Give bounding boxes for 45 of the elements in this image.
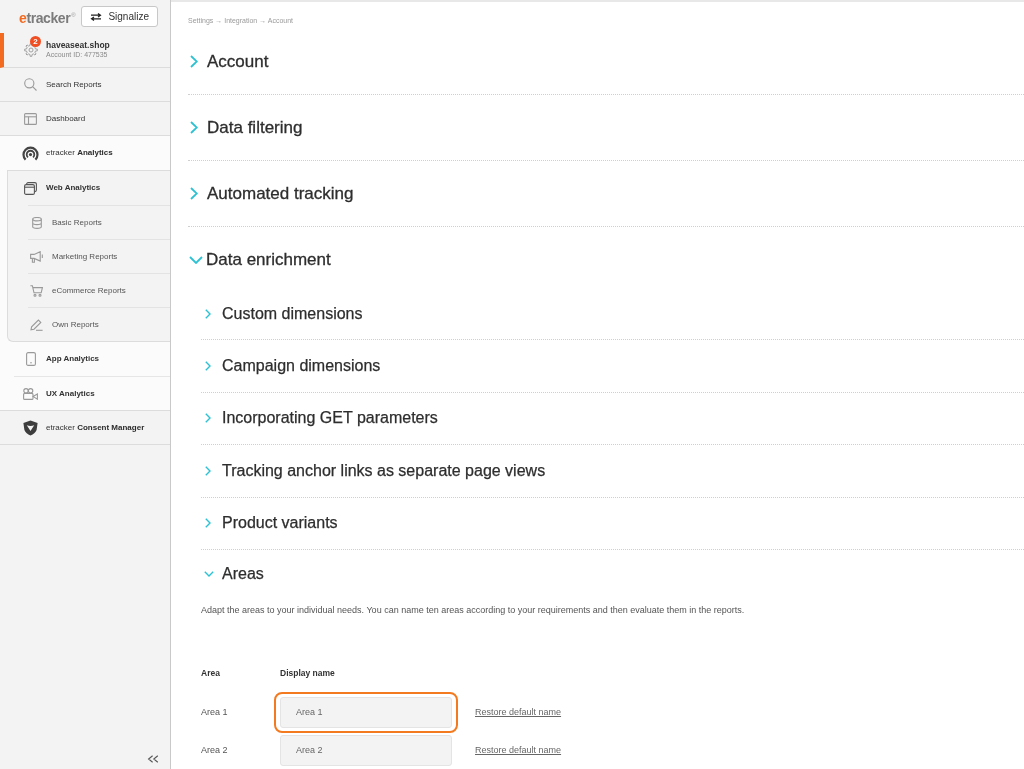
- collapse-sidebar-button[interactable]: [146, 754, 160, 764]
- swap-arrows-icon: [90, 12, 103, 21]
- signalize-button[interactable]: Signalize: [81, 6, 158, 27]
- nav-item[interactable]: Web Analytics: [8, 171, 170, 205]
- nav-item[interactable]: UX Analytics: [14, 376, 170, 410]
- accordion-header[interactable]: Account: [188, 50, 269, 73]
- restore-default-link[interactable]: Restore default name: [475, 743, 562, 758]
- column-header: Display name: [280, 666, 335, 680]
- accordion-header[interactable]: Areas: [204, 563, 264, 584]
- column-header: Area: [201, 666, 221, 680]
- accordion-header[interactable]: Tracking anchor links as separate page views: [204, 460, 546, 481]
- megaphone-icon: [29, 250, 44, 263]
- accordion-header[interactable]: Incorporating GET parameters: [204, 408, 438, 429]
- area-label: Area 1: [201, 705, 229, 719]
- account-name: haveaseat.shop: [46, 40, 110, 50]
- video-camera-icon: [23, 387, 38, 400]
- search-icon: [24, 78, 37, 91]
- area-label: Area 2: [201, 743, 229, 757]
- accordion-header[interactable]: Automated tracking: [188, 182, 354, 205]
- logo: etracker$^{®}$: [19, 8, 76, 26]
- cart-icon: [30, 284, 43, 297]
- accordion-header[interactable]: Data enrichment: [188, 249, 331, 271]
- shield-icon: [23, 419, 38, 436]
- nav-item[interactable]: Basic Reports: [28, 205, 170, 239]
- nav-item[interactable]: App Analytics: [14, 342, 170, 376]
- accordion-header[interactable]: Data filtering: [188, 116, 303, 139]
- nav-item[interactable]: Own Reports: [28, 307, 170, 341]
- double-chevron-left-icon: [147, 755, 159, 763]
- gear-icon: [23, 43, 38, 57]
- database-icon: [31, 216, 42, 229]
- nav-item[interactable]: Marketing Reports: [28, 239, 170, 273]
- description-text: Adapt the areas to your individual needs. You can name ten areas according to your requirements and then evaluate them in the reports.: [201, 603, 746, 617]
- notification-badge: 2: [30, 36, 41, 47]
- signal-rings-icon: [22, 144, 39, 162]
- dashboard-icon: [24, 112, 37, 125]
- input-field[interactable]: Area 1: [280, 696, 452, 728]
- restore-default-link[interactable]: Restore default name: [475, 705, 562, 720]
- browser-window-icon: [24, 181, 37, 195]
- accordion-header[interactable]: Product variants: [204, 513, 338, 534]
- accordion-header[interactable]: Campaign dimensions: [204, 356, 381, 377]
- input-field[interactable]: Area 2: [280, 734, 452, 766]
- nav-item[interactable]: eCommerce Reports: [28, 273, 170, 307]
- phone-icon: [25, 352, 36, 366]
- pencil-icon: [30, 318, 43, 331]
- accordion-header[interactable]: Custom dimensions: [204, 303, 363, 324]
